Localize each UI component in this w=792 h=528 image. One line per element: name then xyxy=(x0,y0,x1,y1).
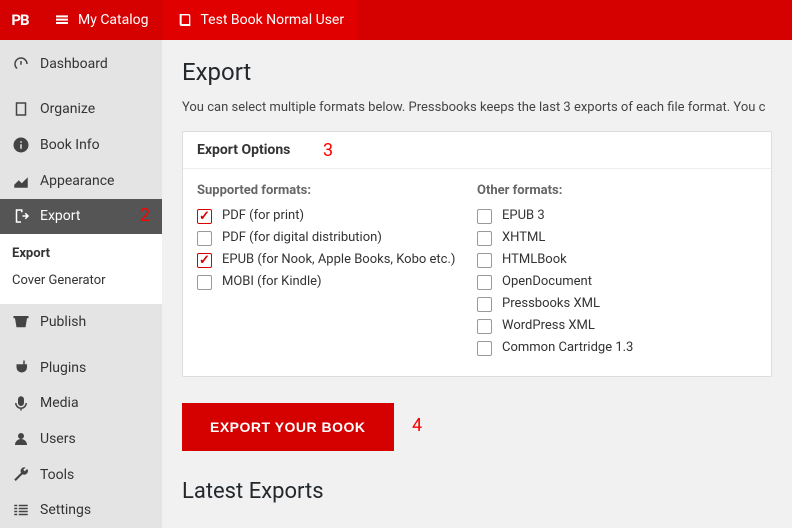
format-label: PDF (for digital distribution) xyxy=(222,230,382,245)
format-checkbox[interactable] xyxy=(477,341,492,356)
sidebar-label: Book Info xyxy=(40,137,100,153)
sidebar-item-dashboard[interactable]: Dashboard 1 xyxy=(0,46,162,82)
format-label: XHTML xyxy=(502,230,545,245)
sidebar-label: Publish xyxy=(40,314,86,330)
annotation-3: 3 xyxy=(323,140,333,161)
format-checkbox[interactable] xyxy=(477,231,492,246)
sidebar-item-bookinfo[interactable]: Book Info xyxy=(0,127,162,163)
page-title: Export xyxy=(182,58,772,86)
format-label: MOBI (for Kindle) xyxy=(222,274,322,289)
latest-exports-heading: Latest Exports xyxy=(182,479,772,504)
format-checkbox[interactable] xyxy=(197,253,212,268)
current-book[interactable]: Test Book Normal User xyxy=(163,0,359,40)
catalog-label: My Catalog xyxy=(78,12,149,28)
format-option[interactable]: PDF (for print) xyxy=(197,208,477,224)
format-checkbox[interactable] xyxy=(197,209,212,224)
format-checkbox[interactable] xyxy=(197,231,212,246)
format-label: OpenDocument xyxy=(502,274,592,289)
catalog-link[interactable]: My Catalog xyxy=(40,0,163,40)
annotation-2: 2 xyxy=(140,205,150,226)
sidebar-item-tools[interactable]: Tools xyxy=(0,457,162,493)
supported-title: Supported formats: xyxy=(197,183,477,198)
sidebar-item-export[interactable]: Export 2 xyxy=(0,199,162,235)
format-checkbox[interactable] xyxy=(477,297,492,312)
annotation-4: 4 xyxy=(412,415,422,436)
format-checkbox[interactable] xyxy=(197,275,212,290)
users-icon xyxy=(12,430,30,448)
export-options-panel: Export Options 3 Supported formats: PDF … xyxy=(182,131,772,377)
topbar: PB My Catalog Test Book Normal User xyxy=(0,0,792,40)
format-option[interactable]: XHTML xyxy=(477,230,757,246)
current-book-label: Test Book Normal User xyxy=(201,12,345,28)
format-label: PDF (for print) xyxy=(222,208,304,223)
sidebar-label: Dashboard xyxy=(40,56,108,72)
sidebar-sub-export[interactable]: Export xyxy=(0,240,162,267)
catalog-icon xyxy=(54,12,70,28)
pb-logo[interactable]: PB xyxy=(0,0,40,40)
page-description: You can select multiple formats below. P… xyxy=(182,100,772,115)
sidebar-submenu: Export Cover Generator xyxy=(0,234,162,304)
export-icon xyxy=(12,207,30,225)
sidebar-label: Plugins xyxy=(40,360,86,376)
settings-icon xyxy=(12,501,30,519)
format-checkbox[interactable] xyxy=(477,253,492,268)
format-checkbox[interactable] xyxy=(477,209,492,224)
main-content: Export You can select multiple formats b… xyxy=(162,40,792,528)
sidebar-label: Tools xyxy=(40,467,74,483)
sidebar-item-publish[interactable]: Publish xyxy=(0,304,162,340)
publish-icon xyxy=(12,313,30,331)
format-option[interactable]: HTMLBook xyxy=(477,252,757,268)
panel-header-text: Export Options xyxy=(197,142,290,158)
sidebar-label: Organize xyxy=(40,101,95,117)
sidebar-sub-cover[interactable]: Cover Generator xyxy=(0,267,162,294)
format-checkbox[interactable] xyxy=(477,319,492,334)
format-option[interactable]: Common Cartridge 1.3 xyxy=(477,340,757,356)
format-option[interactable]: EPUB 3 xyxy=(477,208,757,224)
format-option[interactable]: PDF (for digital distribution) xyxy=(197,230,477,246)
sidebar-item-users[interactable]: Users xyxy=(0,421,162,457)
format-option[interactable]: MOBI (for Kindle) xyxy=(197,274,477,290)
other-title: Other formats: xyxy=(477,183,757,198)
format-label: Pressbooks XML xyxy=(502,296,600,311)
format-label: HTMLBook xyxy=(502,252,567,267)
sidebar-label: Appearance xyxy=(40,173,114,189)
sidebar-item-appearance[interactable]: Appearance xyxy=(0,163,162,199)
sidebar-label: Settings xyxy=(40,502,91,518)
sidebar-item-settings[interactable]: Settings xyxy=(0,492,162,528)
format-checkbox[interactable] xyxy=(477,275,492,290)
format-label: EPUB (for Nook, Apple Books, Kobo etc.) xyxy=(222,252,455,267)
export-button[interactable]: EXPORT YOUR BOOK xyxy=(182,403,394,451)
sidebar-item-organize[interactable]: Organize xyxy=(0,92,162,128)
supported-formats-column: Supported formats: PDF (for print) PDF (… xyxy=(197,183,477,362)
book-icon xyxy=(177,12,193,28)
sidebar-label: Users xyxy=(40,431,76,447)
plugins-icon xyxy=(12,359,30,377)
format-label: Common Cartridge 1.3 xyxy=(502,340,633,355)
appearance-icon xyxy=(12,172,30,190)
format-label: WordPress XML xyxy=(502,318,595,333)
format-option[interactable]: EPUB (for Nook, Apple Books, Kobo etc.) xyxy=(197,252,477,268)
format-option[interactable]: Pressbooks XML xyxy=(477,296,757,312)
sidebar-item-media[interactable]: Media xyxy=(0,385,162,421)
sidebar: Dashboard 1 Organize Book Info Appearanc… xyxy=(0,40,162,528)
panel-header: Export Options 3 xyxy=(183,132,771,169)
sidebar-label: Export xyxy=(40,208,80,224)
format-option[interactable]: WordPress XML xyxy=(477,318,757,334)
format-option[interactable]: OpenDocument xyxy=(477,274,757,290)
sidebar-item-plugins[interactable]: Plugins xyxy=(0,350,162,386)
sidebar-label: Media xyxy=(40,395,79,411)
info-icon xyxy=(12,136,30,154)
tools-icon xyxy=(12,466,30,484)
other-formats-column: Other formats: EPUB 3 XHTML HTMLBook Ope… xyxy=(477,183,757,362)
format-label: EPUB 3 xyxy=(502,208,545,223)
dashboard-icon xyxy=(12,55,30,73)
organize-icon xyxy=(12,100,30,118)
media-icon xyxy=(12,394,30,412)
